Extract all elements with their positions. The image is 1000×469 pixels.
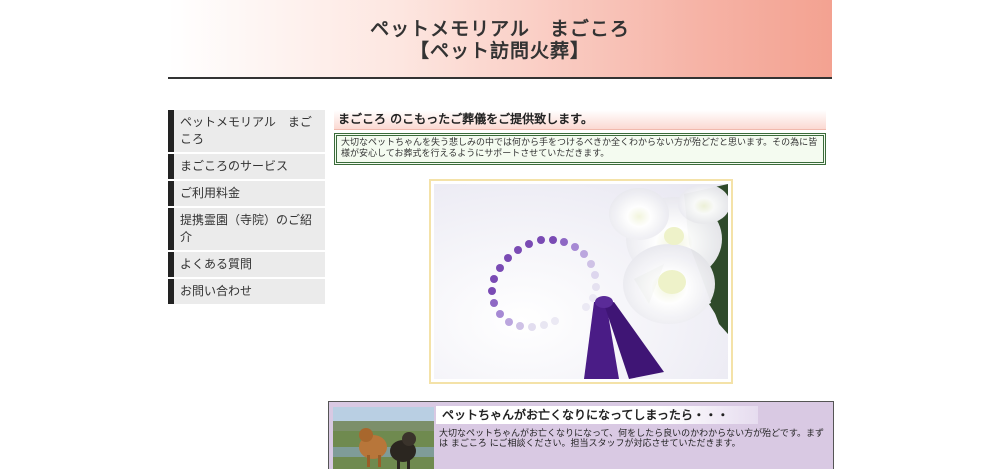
sidebar-item-home[interactable]: ペットメモリアル まごころ xyxy=(168,110,325,152)
hero-image-frame xyxy=(429,179,733,384)
sidebar-item-faq[interactable]: よくある質問 xyxy=(168,252,325,277)
hero-image xyxy=(434,184,728,379)
main-content: まごころ のこもったご葬儀をご提供致します。 大切なペットちゃんを失う悲しみの中… xyxy=(334,110,826,384)
section-text: 大切なペットちゃんがお亡くなりになって、何をしたら良いのかわからない方が殆どです… xyxy=(439,429,825,449)
dogs-at-riverside-photo xyxy=(333,407,434,469)
site-subtitle: 【ペット訪問火葬】 xyxy=(409,40,590,62)
intro-text: 大切なペットちゃんを失う悲しみの中では何から手をつけるべきか全くわからない方が殆… xyxy=(334,133,826,165)
main-heading: まごころ のこもったご葬儀をご提供致します。 xyxy=(334,110,826,130)
section-image xyxy=(333,407,434,469)
page: ペットメモリアル まごころ 【ペット訪問火葬】 ペットメモリアル まごころ まご… xyxy=(0,0,1000,469)
sidebar-item-partner-cemeteries[interactable]: 提携霊園（寺院）のご紹介 xyxy=(168,208,325,250)
sidebar-item-contact[interactable]: お問い合わせ xyxy=(168,279,325,304)
passed-away-section: ペットちゃんがお亡くなりになってしまったら・・・ 大切なペットちゃんがお亡くなり… xyxy=(328,401,834,469)
rosary-and-white-chrysanthemum-photo xyxy=(434,184,728,379)
site-header: ペットメモリアル まごころ 【ペット訪問火葬】 xyxy=(168,0,832,79)
sidebar-item-pricing[interactable]: ご利用料金 xyxy=(168,181,325,206)
section-title: ペットちゃんがお亡くなりになってしまったら・・・ xyxy=(436,406,758,424)
sidebar-item-services[interactable]: まごころのサービス xyxy=(168,154,325,179)
sidebar-nav: ペットメモリアル まごころ まごころのサービス ご利用料金 提携霊園（寺院）のご… xyxy=(168,110,325,306)
